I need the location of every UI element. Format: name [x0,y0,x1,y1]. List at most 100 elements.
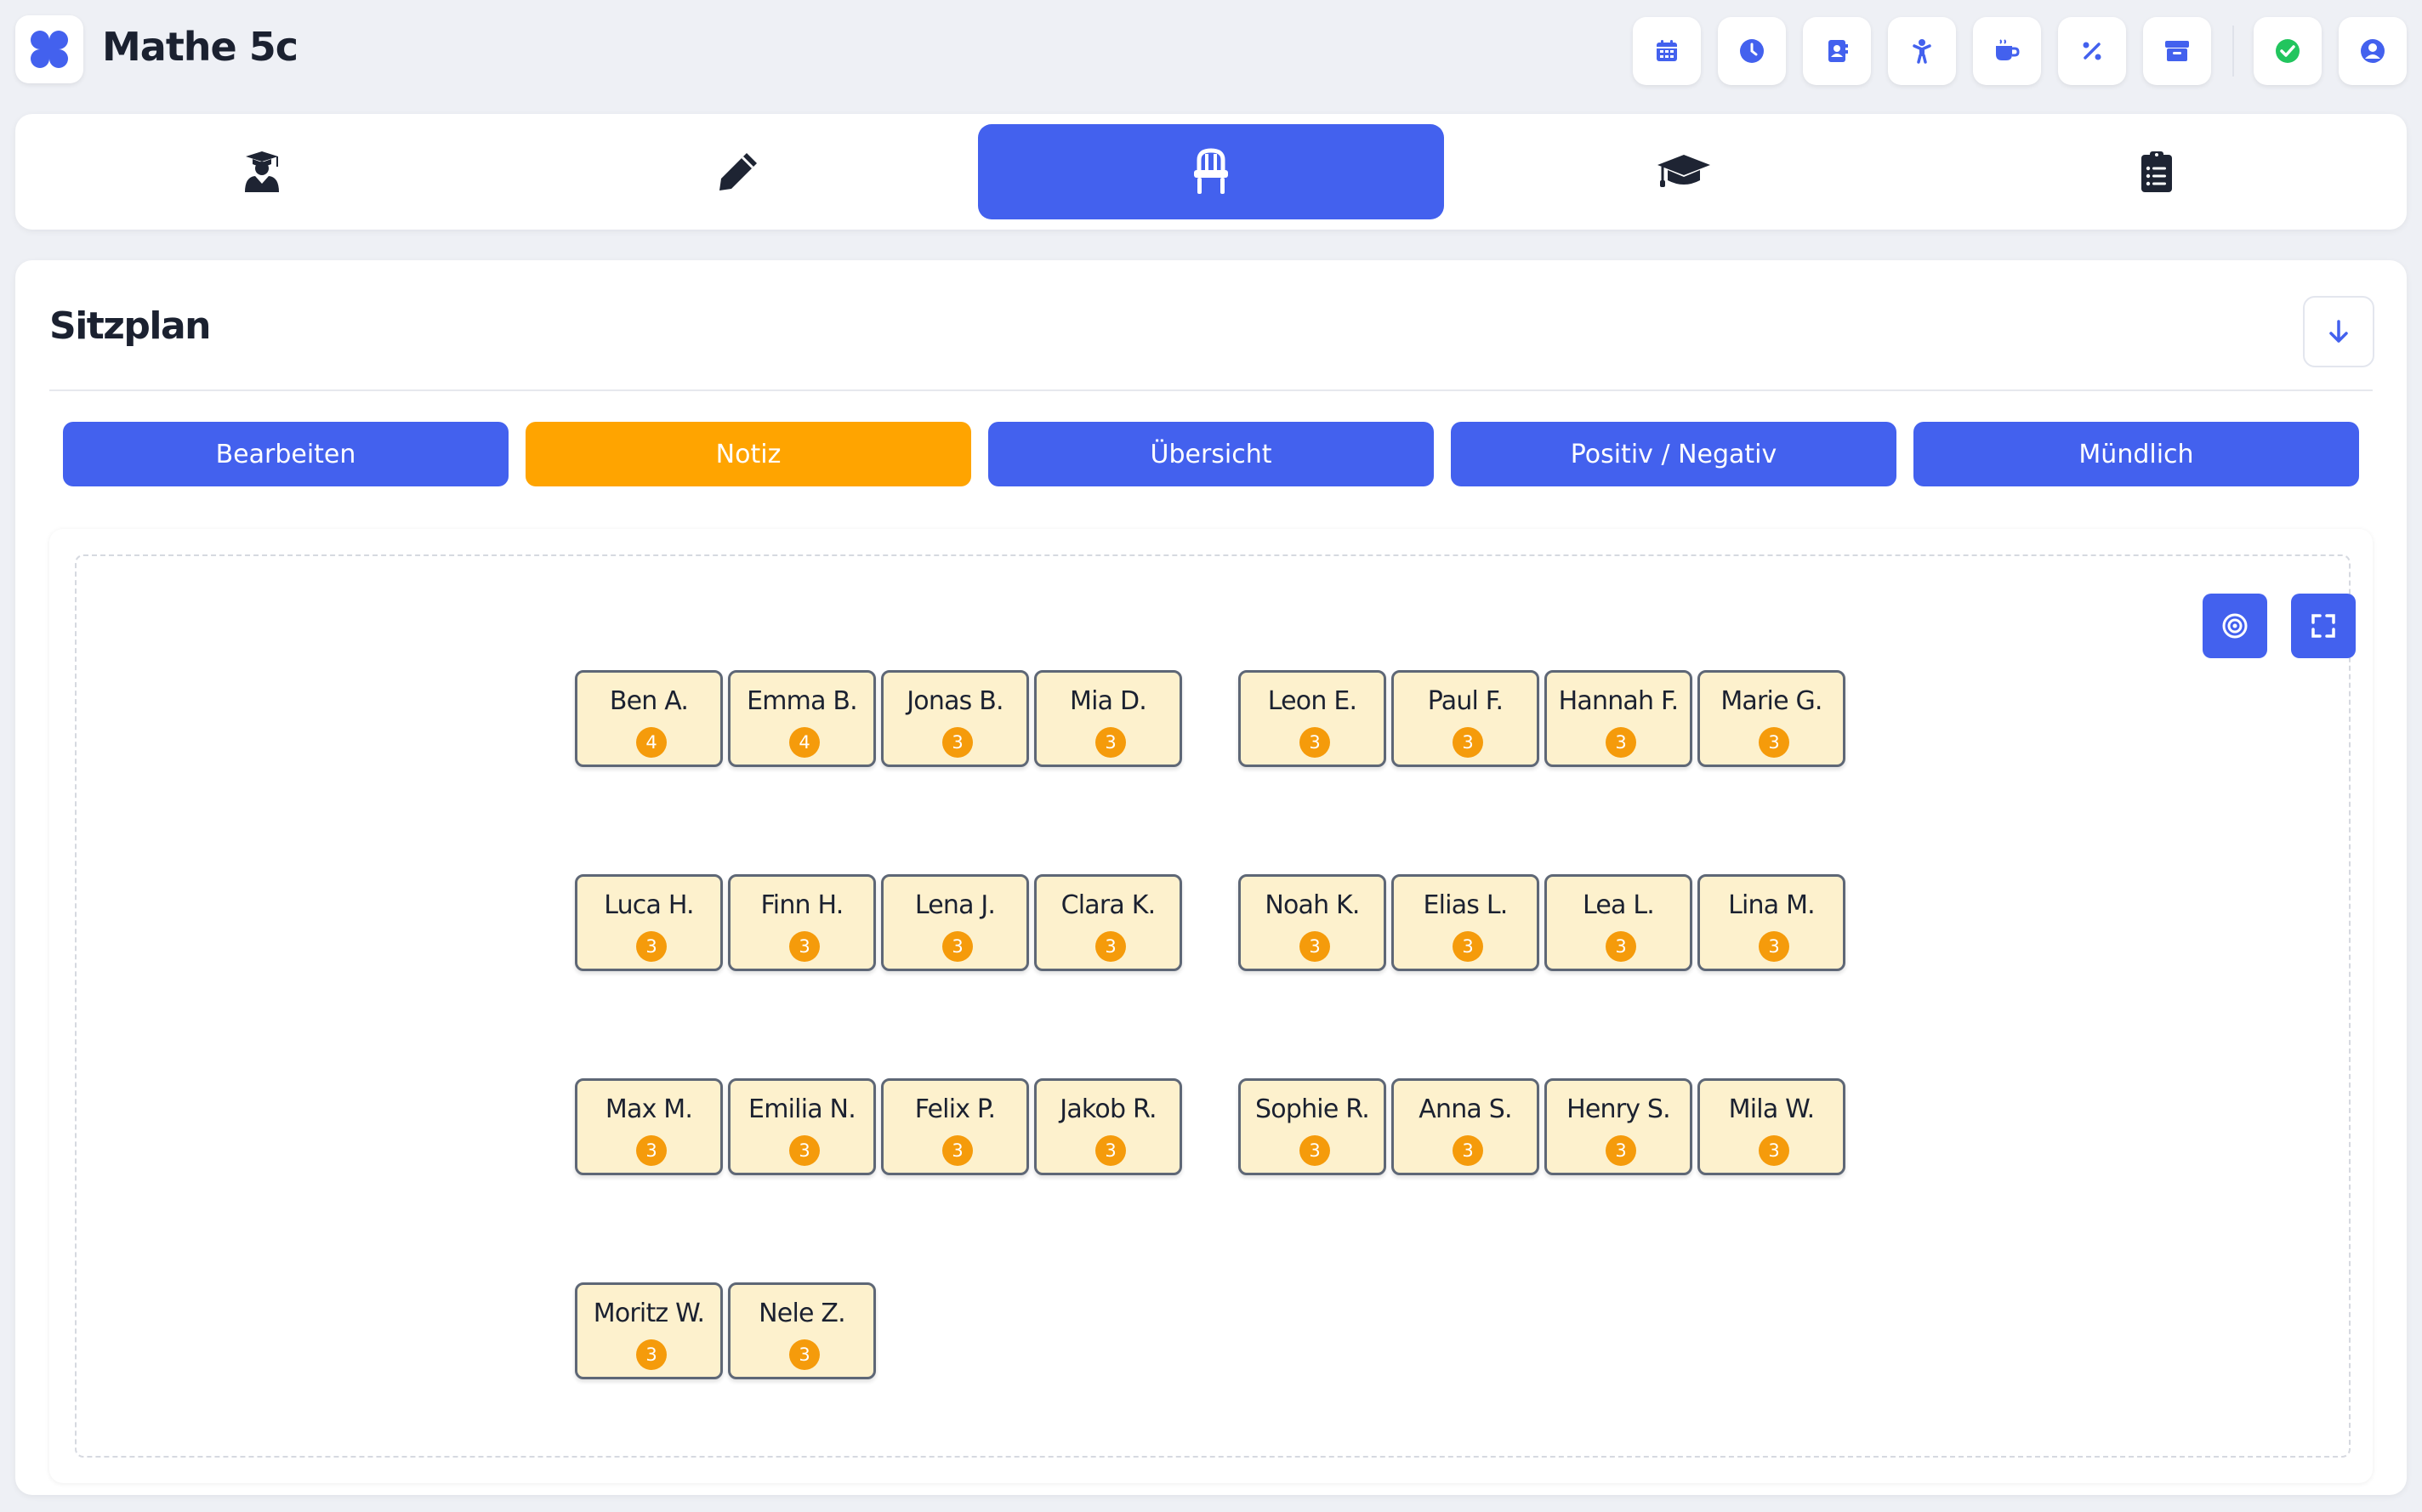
note-badge: 3 [636,1135,667,1166]
seat-desk[interactable]: Lea L. 3 [1544,874,1692,971]
seat-desk[interactable]: Nele Z. 3 [728,1282,876,1379]
teacher-icon [245,151,279,192]
tab-edit[interactable] [505,124,971,219]
status-button[interactable] [2254,17,2322,85]
center-view-button[interactable] [2203,594,2267,658]
mode-button-uebersicht[interactable]: Übersicht [988,422,1434,486]
contact-book-icon [1828,40,1848,62]
note-badge: 3 [789,931,820,962]
seat-desk[interactable]: Anna S. 3 [1391,1078,1539,1175]
mode-button-notiz[interactable]: Notiz [526,422,971,486]
seat-desk[interactable]: Sophie R. 3 [1238,1078,1386,1175]
note-badge: 3 [1453,931,1483,962]
seat-desk[interactable]: Lina M. 3 [1697,874,1845,971]
arrow-down-icon [2329,320,2348,343]
classroom-canvas: Ben A. 4 Emma B. 4 Jonas B. 3 Mia D. 3 Leon … [75,554,2356,1458]
note-badge: 3 [1453,1135,1483,1166]
seat-desk[interactable]: Noah K. 3 [1238,874,1386,971]
note-badge: 3 [1095,727,1126,758]
collapse-button[interactable] [2303,296,2374,367]
archive-button[interactable] [2143,17,2211,85]
note-badge: 4 [789,727,820,758]
seat-desk[interactable]: Clara K. 3 [1034,874,1182,971]
student-name: Sophie R. [1255,1094,1370,1124]
section-title: Sitzplan [49,304,212,348]
student-name: Emma B. [747,686,858,716]
seat-desk[interactable]: Luca H. 3 [575,874,723,971]
seat-desk[interactable]: Elias L. 3 [1391,874,1539,971]
note-badge: 3 [1759,1135,1789,1166]
seat-desk[interactable]: Marie G. 3 [1697,670,1845,767]
tab-seating[interactable] [978,124,1444,219]
note-badge: 3 [1606,1135,1636,1166]
seat-desk[interactable]: Emma B. 4 [728,670,876,767]
seat-desk[interactable]: Moritz W. 3 [575,1282,723,1379]
seat-desk[interactable]: Jakob R. 3 [1034,1078,1182,1175]
fullscreen-button[interactable] [2291,594,2356,658]
seat-desk[interactable]: Finn H. 3 [728,874,876,971]
seating-area: Ben A. 4 Emma B. 4 Jonas B. 3 Mia D. 3 Leon … [49,529,2373,1483]
student-name: Elias L. [1423,890,1508,920]
tab-students[interactable] [29,124,495,219]
student-name: Luca H. [604,890,694,920]
note-badge: 3 [1095,931,1126,962]
note-badge: 3 [1453,727,1483,758]
seat-desk[interactable]: Leon E. 3 [1238,670,1386,767]
student-name: Noah K. [1265,890,1360,920]
seat-desk[interactable]: Mila W. 3 [1697,1078,1845,1175]
profile-button[interactable] [2339,17,2407,85]
note-badge: 4 [636,727,667,758]
main-navigation [15,114,2407,230]
seat-desk[interactable]: Max M. 3 [575,1078,723,1175]
note-badge: 3 [942,931,973,962]
contacts-button[interactable] [1803,17,1871,85]
tab-grades[interactable] [1451,124,1917,219]
note-badge: 3 [1299,931,1330,962]
mode-button-bearbeiten[interactable]: Bearbeiten [63,422,509,486]
student-name: Jonas B. [907,686,1003,716]
student-name: Max M. [605,1094,693,1124]
student-name: Nele Z. [759,1299,846,1328]
mode-button-muendlich[interactable]: Mündlich [1913,422,2359,486]
seat-desk[interactable]: Henry S. 3 [1544,1078,1692,1175]
percent-button[interactable] [2058,17,2126,85]
app-logo-icon [31,31,68,68]
seat-desk[interactable]: Ben A. 4 [575,670,723,767]
seat-desk[interactable]: Emilia N. 3 [728,1078,876,1175]
student-name: Moritz W. [593,1299,705,1328]
note-badge: 3 [1299,1135,1330,1166]
seating-plan-card: Sitzplan Bearbeiten Notiz Übersicht Posi… [15,260,2407,1495]
seat-desk[interactable]: Lena J. 3 [881,874,1029,971]
note-badge: 3 [1759,931,1789,962]
mode-button-positiv-negativ[interactable]: Positiv / Negativ [1451,422,1896,486]
note-badge: 3 [1759,727,1789,758]
person-button[interactable] [1888,17,1956,85]
seat-desk[interactable]: Jonas B. 3 [881,670,1029,767]
clock-button[interactable] [1718,17,1786,85]
student-name: Anna S. [1419,1094,1512,1124]
note-badge: 3 [942,1135,973,1166]
tab-tasks[interactable] [1924,124,2390,219]
percent-icon [2083,42,2101,60]
app-logo[interactable] [15,15,83,83]
student-name: Leon E. [1267,686,1357,716]
note-badge: 3 [789,1135,820,1166]
toolbar-divider [2232,26,2234,77]
target-icon [2222,613,2248,639]
student-name: Clara K. [1060,890,1157,920]
seat-desk[interactable]: Mia D. 3 [1034,670,1182,767]
person-icon [1913,39,1931,64]
seat-desk[interactable]: Paul F. 3 [1391,670,1539,767]
student-name: Lena J. [914,890,996,920]
calendar-button[interactable] [1633,17,1701,85]
clock-icon [1740,39,1764,63]
break-button[interactable] [1973,17,2041,85]
student-name: Felix P. [914,1094,996,1124]
title-divider [49,389,2373,391]
seat-desk[interactable]: Felix P. 3 [881,1078,1029,1175]
note-badge: 3 [1606,727,1636,758]
student-name: Marie G. [1720,686,1822,716]
note-badge: 3 [942,727,973,758]
seat-desk[interactable]: Hannah F. 3 [1544,670,1692,767]
student-name: Lea L. [1582,890,1655,920]
